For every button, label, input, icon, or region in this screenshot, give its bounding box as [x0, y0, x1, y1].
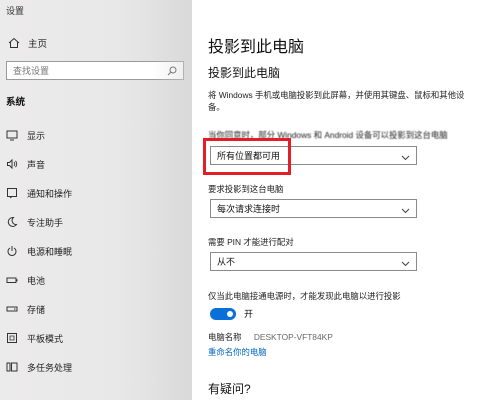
sidebar-item-label: 专注助手 [27, 217, 64, 228]
storage-icon [6, 303, 18, 315]
sidebar-item-focus-assist[interactable]: 专注助手 [6, 213, 63, 231]
sidebar-item-label: 通知和操作 [27, 188, 73, 199]
battery-icon [6, 274, 18, 286]
chevron-down-icon [401, 153, 410, 160]
multitask-icon [6, 361, 18, 373]
search-placeholder: 查找设置 [13, 66, 50, 76]
pc-name-label: 电脑名称 [208, 332, 242, 342]
chevron-down-icon [401, 259, 410, 266]
ask-dropdown[interactable]: 每次请求连接时 [210, 199, 417, 218]
sidebar-item-battery[interactable]: 电池 [6, 271, 45, 289]
section-label-system: 系统 [6, 97, 26, 108]
main-content: 投影到此电脑 投影到此电脑 将 Windows 手机或电脑投影到此屏幕，并使用其… [192, 0, 486, 400]
sidebar-item-notifications[interactable]: 通知和操作 [6, 184, 72, 202]
availability-label: 当你同意时，部分 Windows 和 Android 设备可以投影到这台电脑 [208, 130, 448, 140]
pc-name-value: DESKTOP-VFT84KP [253, 332, 333, 342]
search-input[interactable]: 查找设置 [6, 61, 184, 80]
rename-pc-link[interactable]: 重命名你的电脑 [208, 346, 267, 358]
section-title: 投影到此电脑 [208, 66, 281, 80]
pin-selected-value: 从不 [217, 257, 236, 267]
sidebar-item-label: 电源和睡眠 [27, 246, 73, 257]
questions-heading: 有疑问? [208, 382, 251, 396]
availability-selected-value: 所有位置都可用 [217, 151, 281, 161]
sidebar-item-label: 存储 [27, 304, 46, 315]
speaker-icon [6, 158, 18, 170]
sidebar-item-power-sleep[interactable]: 电源和睡眠 [6, 242, 72, 260]
power-label: 仅当此电脑接通电源时，才能发现此电脑以进行投影 [208, 291, 401, 301]
sidebar-item-label: 电池 [27, 275, 46, 286]
toggle-state-label: 开 [244, 309, 254, 319]
monitor-icon [6, 129, 18, 141]
page-title: 投影到此电脑 [208, 39, 305, 56]
toggle-knob [227, 310, 233, 317]
power-icon [6, 245, 18, 257]
ask-selected-value: 每次请求连接时 [217, 204, 281, 214]
power-toggle-row: 开 [210, 307, 253, 320]
power-toggle-switch[interactable] [210, 307, 236, 320]
sidebar-item-display[interactable]: 显示 [6, 126, 45, 144]
availability-dropdown[interactable]: 所有位置都可用 [210, 146, 417, 165]
ask-label: 要求投影到这台电脑 [208, 184, 284, 194]
pin-dropdown[interactable]: 从不 [210, 252, 417, 271]
sidebar-item-label: 显示 [27, 130, 46, 141]
sidebar-item-multitasking[interactable]: 多任务处理 [6, 358, 72, 376]
pc-name-row: 电脑名称 DESKTOP-VFT84KP [208, 331, 333, 343]
home-nav-item[interactable]: 主页 [8, 35, 47, 51]
chevron-down-icon [401, 206, 410, 213]
window-title: 设置 [6, 6, 25, 16]
sidebar-item-label: 平板模式 [27, 333, 64, 344]
moon-icon [6, 216, 18, 228]
description-text: 将 Windows 手机或电脑投影到此屏幕，并使用其键盘、鼠标和其他设备。 [208, 90, 465, 112]
home-label: 主页 [28, 39, 48, 50]
sidebar-item-tablet-mode[interactable]: 平板模式 [6, 329, 63, 347]
sidebar-item-sound[interactable]: 声音 [6, 155, 45, 173]
tablet-icon [6, 332, 18, 344]
home-icon [8, 37, 20, 49]
notification-icon [6, 187, 18, 199]
sidebar: 设置 主页 查找设置 系统 显示 声音 通知和操作 专注助手 电源和睡眠 电池 … [0, 0, 192, 400]
search-icon [167, 66, 177, 76]
sidebar-item-storage[interactable]: 存储 [6, 300, 45, 318]
sidebar-item-label: 多任务处理 [27, 362, 73, 373]
sidebar-item-label: 声音 [27, 159, 46, 170]
pin-label: 需要 PIN 才能进行配对 [208, 237, 294, 247]
